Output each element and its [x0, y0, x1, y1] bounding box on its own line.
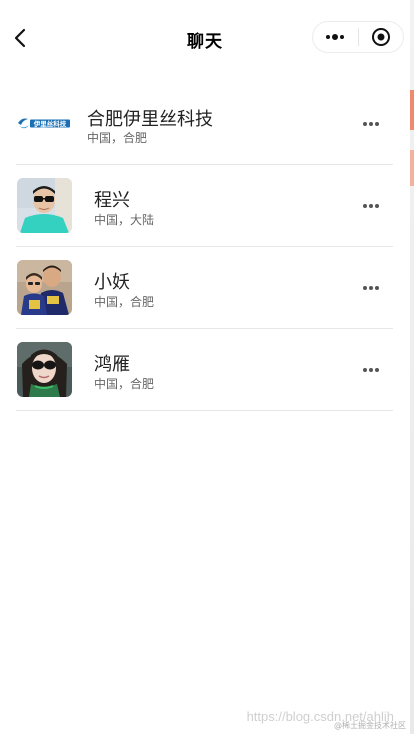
menu-button[interactable] [313, 22, 358, 52]
contact-name: 合肥伊里丝科技 [87, 109, 213, 130]
avatar [17, 342, 72, 397]
more-dots-icon [363, 204, 379, 208]
more-button[interactable] [361, 196, 381, 216]
contact-location: 中国，大陆 [94, 213, 155, 227]
contact-row[interactable]: 鸿雁 中国，合肥 [16, 329, 393, 411]
contact-name: 程兴 [94, 190, 130, 211]
contact-list: 伊里丝科技 合肥伊里丝科技 中国，合肥 程兴 中国，大陆 小妖 中国，合肥 鸿雁… [16, 83, 393, 411]
couple-photo [17, 260, 72, 315]
edge-mark [410, 90, 414, 130]
contact-location: 中国，合肥 [87, 131, 148, 145]
watermark-tag: @稀土掘金技术社区 [334, 721, 406, 730]
more-button[interactable] [361, 360, 381, 380]
woman-with-sunglasses-photo [17, 342, 72, 397]
right-edge-strip [410, 0, 414, 734]
contact-location: 中国，合肥 [94, 377, 155, 391]
top-nav-bar: 聊天 [0, 0, 410, 78]
logo-text: 伊里丝科技 [33, 119, 67, 128]
contact-location: 中国，合肥 [94, 295, 155, 309]
more-button[interactable] [361, 278, 381, 298]
contact-name: 鸿雁 [94, 354, 130, 375]
target-circle-icon [371, 28, 390, 46]
close-button[interactable] [358, 22, 403, 52]
more-dots-icon [363, 286, 379, 290]
company-logo: 伊里丝科技 [17, 96, 72, 151]
company-logo-icon: 伊里丝科技 [18, 118, 70, 129]
more-button[interactable] [361, 114, 381, 134]
more-dots-icon [326, 34, 345, 40]
contact-name: 小妖 [94, 272, 130, 293]
more-dots-icon [363, 122, 379, 126]
contact-row[interactable]: 小妖 中国，合肥 [16, 247, 393, 329]
avatar [17, 260, 72, 315]
contact-row[interactable]: 程兴 中国，大陆 [16, 165, 393, 247]
contact-row[interactable]: 伊里丝科技 合肥伊里丝科技 中国，合肥 [16, 83, 393, 165]
mini-program-capsule [312, 21, 404, 53]
avatar [17, 178, 72, 233]
more-dots-icon [363, 368, 379, 372]
edge-mark [410, 150, 414, 186]
man-with-sunglasses-photo [17, 178, 72, 233]
